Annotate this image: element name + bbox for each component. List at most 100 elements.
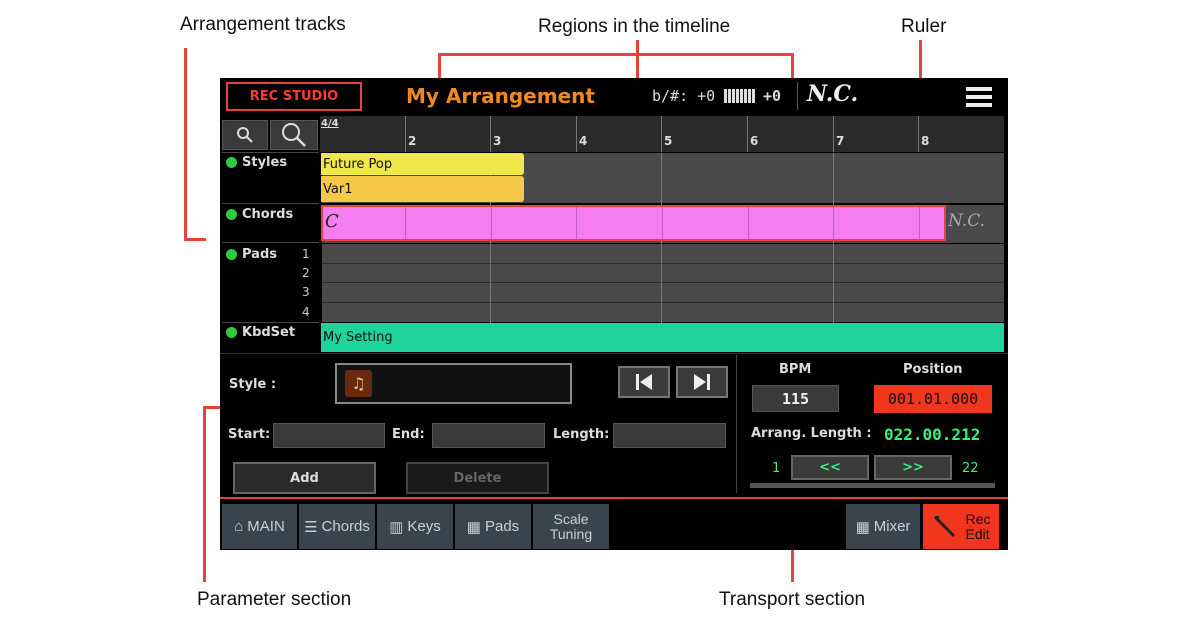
tab-rec-edit[interactable]: Rec Edit (923, 504, 999, 549)
pad-number: 2 (302, 266, 310, 280)
first-measure: 1 (772, 461, 781, 476)
ruler-tick: 5 (661, 116, 672, 152)
tab-rec-edit-labels: Rec Edit (966, 511, 991, 542)
header-divider (797, 82, 798, 110)
tab-tuning-label: Tuning (549, 525, 593, 542)
rewind-button[interactable]: << (791, 455, 869, 480)
track-on-icon (226, 327, 237, 338)
delete-button[interactable]: Delete (406, 462, 549, 494)
magnifier-large-icon (282, 123, 306, 147)
zoom-in-button[interactable] (270, 120, 318, 150)
next-button[interactable] (676, 366, 728, 398)
chord-region[interactable]: C (321, 205, 946, 241)
end-field[interactable] (432, 423, 545, 448)
chord-beat-line (748, 207, 749, 239)
chord-beat-line (919, 207, 920, 239)
track-pads-label: Pads (242, 247, 277, 262)
tab-pads[interactable]: ▦ Pads (455, 504, 531, 549)
ruler-tick: 7 (833, 116, 844, 152)
tab-mixer[interactable]: ▦ Mixer (846, 504, 920, 549)
leader-regions-bar (438, 53, 794, 56)
chord-symbol: C (325, 211, 339, 232)
transport-divider (736, 355, 737, 493)
style-param-label: Style : (229, 377, 277, 392)
last-measure: 22 (962, 461, 979, 476)
style-selector[interactable]: ♫ (335, 363, 572, 404)
ruler-ticks: 2 3 4 5 6 7 8 (320, 116, 1004, 152)
pad-number: 4 (302, 305, 310, 319)
chord-end-symbol: N.C. (948, 211, 985, 231)
callout-parameter-section: Parameter section (197, 589, 352, 610)
track-chords[interactable]: Chords (226, 207, 293, 222)
start-label: Start: (228, 427, 271, 442)
transpose-readout: b/#: +0 (652, 87, 716, 105)
arrang-length-label: Arrang. Length : (751, 426, 872, 441)
menu-icon[interactable] (966, 87, 992, 107)
chord-beat-line (576, 207, 577, 239)
position-field[interactable]: 001.01.000 (874, 385, 992, 413)
tab-bar-divider (220, 497, 1008, 499)
length-field[interactable] (613, 423, 726, 448)
ruler-tick: 2 (405, 116, 416, 152)
skip-forward-icon (694, 374, 710, 390)
octave-readout: +0 (763, 87, 782, 105)
previous-button[interactable] (618, 366, 670, 398)
bpm-field[interactable]: 115 (752, 385, 839, 412)
track-styles[interactable]: Styles (226, 155, 287, 170)
pad-separator (322, 302, 1004, 303)
ruler-tick: 6 (747, 116, 758, 152)
measure-scrollbar[interactable] (750, 483, 995, 488)
list-icon: ☰ (304, 518, 318, 536)
leader-tracks-horizontal (184, 238, 206, 241)
piano-icon: ▥ (389, 518, 404, 536)
track-kbdset[interactable]: KbdSet (226, 325, 295, 340)
tab-keys[interactable]: ▥ Keys (377, 504, 453, 549)
chord-beat-line (491, 207, 492, 239)
pads-icon: ▦ (466, 518, 481, 536)
pads-lane[interactable] (322, 244, 1004, 322)
arrangement-title: My Arrangement (406, 84, 595, 108)
tab-scale-label: Scale (553, 510, 589, 527)
add-button[interactable]: Add (233, 462, 376, 494)
tab-main[interactable]: ⌂ MAIN (222, 504, 297, 549)
position-label: Position (903, 362, 963, 377)
callout-arrangement-tracks: Arrangement tracks (180, 14, 346, 35)
pad-number: 1 (302, 247, 310, 261)
start-field[interactable] (273, 423, 385, 448)
end-label: End: (392, 427, 425, 442)
chord-beat-line (833, 207, 834, 239)
track-on-icon (226, 157, 237, 168)
forward-button[interactable]: >> (874, 455, 952, 480)
track-on-icon (226, 209, 237, 220)
length-label: Length: (553, 427, 610, 442)
style-region[interactable]: Future Pop (321, 153, 524, 175)
skip-back-icon (636, 374, 652, 390)
track-kbdset-label: KbdSet (242, 325, 296, 340)
track-divider (222, 322, 319, 323)
zoom-out-button[interactable] (222, 120, 268, 150)
keyboard-icon (724, 89, 756, 103)
tab-scale-tuning[interactable]: Scale Tuning (533, 504, 609, 549)
track-divider (222, 242, 319, 243)
magnifier-small-icon (237, 127, 253, 143)
arranger-screen: REC STUDIO My Arrangement b/#: +0 +0 N.C… (220, 78, 1008, 550)
pad-separator (322, 282, 1004, 283)
chord-beat-line (662, 207, 663, 239)
kbdset-region[interactable]: My Setting (321, 323, 1004, 352)
section-divider (220, 353, 1008, 354)
pad-number: 3 (302, 285, 310, 299)
home-icon: ⌂ (234, 518, 244, 535)
pad-separator (322, 263, 1004, 264)
rec-studio-button[interactable]: REC STUDIO (226, 82, 362, 111)
variation-region[interactable]: Var1 (321, 176, 524, 202)
chord-beat-line (405, 207, 406, 239)
leader-parameter-vertical (203, 406, 206, 582)
chord-readout: N.C. (807, 81, 859, 107)
callout-ruler: Ruler (901, 16, 947, 37)
bpm-label: BPM (779, 362, 812, 377)
music-note-icon: ♫ (345, 370, 372, 397)
track-on-icon (226, 249, 237, 260)
track-divider (222, 152, 319, 153)
tab-chords[interactable]: ☰ Chords (299, 504, 375, 549)
track-pads[interactable]: Pads (226, 247, 277, 262)
